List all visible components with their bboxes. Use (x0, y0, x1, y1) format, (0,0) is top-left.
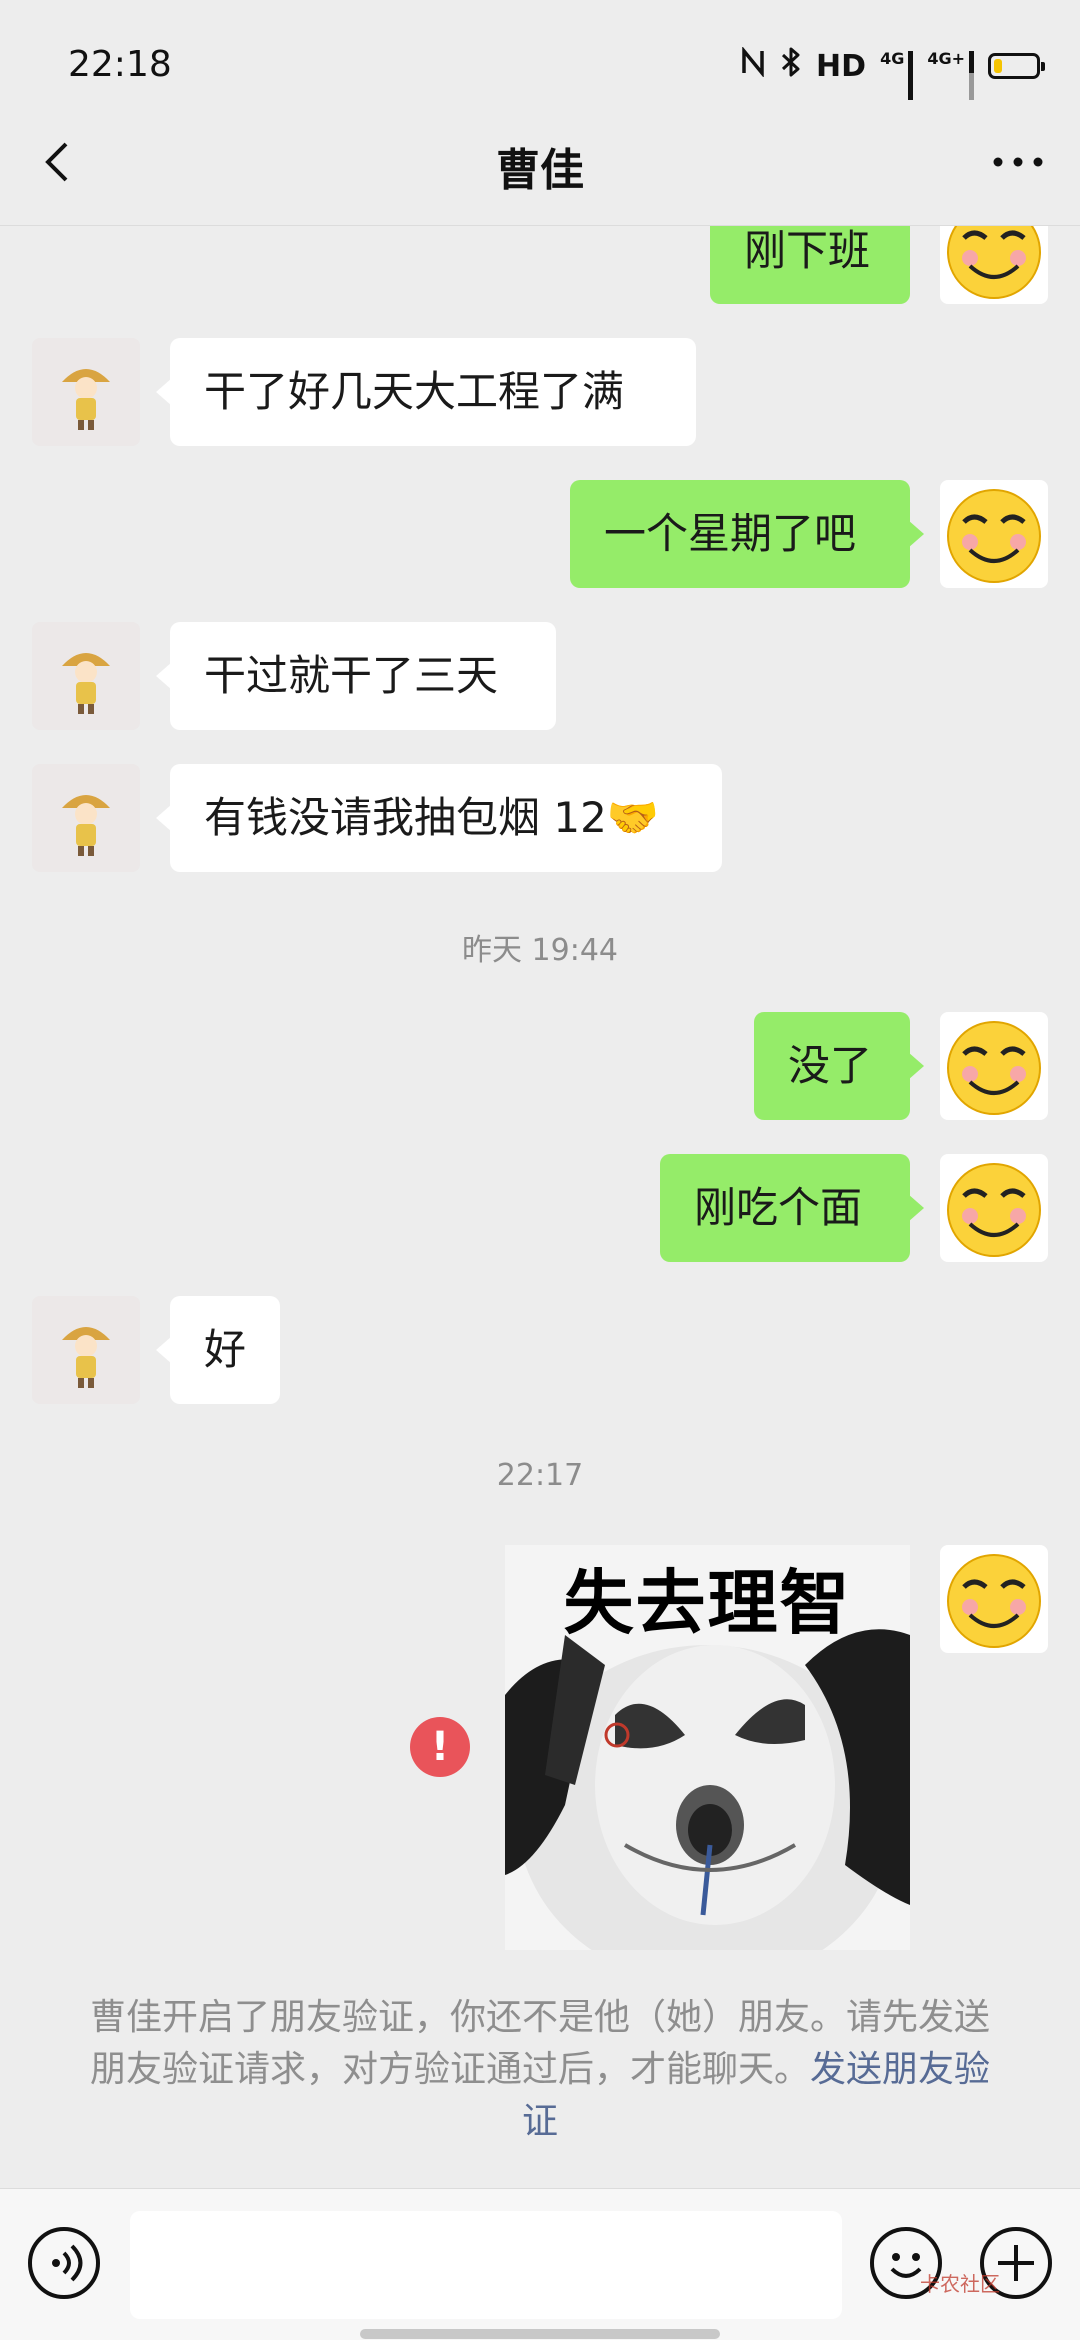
hd-icon: HD (816, 48, 867, 84)
avatar[interactable] (32, 764, 140, 872)
chat-title: 曹佳 (496, 145, 584, 196)
watermark: 卡农社区 (920, 2272, 1000, 2296)
4g-signal-icon: 4G+ (927, 51, 974, 122)
chat-header: 曹佳 (0, 100, 1080, 226)
avatar[interactable] (940, 1154, 1048, 1262)
message-bubble[interactable]: 干了好几天大工程了满 (156, 338, 696, 446)
avatar[interactable] (32, 1296, 140, 1404)
battery-icon (988, 53, 1045, 79)
sticker-image[interactable]: 失去理智 (505, 1545, 910, 1950)
avatar[interactable] (940, 480, 1048, 588)
message-bubble[interactable]: 好 (156, 1296, 280, 1404)
send-failed-icon[interactable]: ! (410, 1717, 470, 1777)
input-bar (0, 2188, 1080, 2340)
message-bubble[interactable]: 刚吃个面 (660, 1154, 924, 1262)
more-dots-icon[interactable] (986, 130, 1050, 194)
message-bubble[interactable]: 一个星期了吧 (570, 480, 924, 588)
timestamp: 昨天 19:44 (462, 933, 618, 968)
message-input[interactable] (130, 2211, 842, 2319)
avatar[interactable] (32, 622, 140, 730)
home-indicator[interactable] (360, 2329, 720, 2339)
nfc-icon (740, 46, 766, 85)
message-bubble[interactable]: 没了 (754, 1012, 924, 1120)
timestamp: 22:17 (496, 1458, 584, 1493)
message-bubble[interactable]: 干过就干了三天 (156, 622, 556, 730)
avatar[interactable] (940, 1545, 1048, 1653)
friend-verification-notice: 曹佳开启了朋友验证，你还不是他（她）朋友。请先发送朋友验证请求，对方验证通过后，… (80, 1992, 1000, 2148)
sticker-caption: 失去理智 (563, 1562, 852, 1644)
status-time: 22:18 (68, 44, 172, 85)
avatar[interactable] (940, 1012, 1048, 1120)
4g-signal-icon: 4G (880, 51, 914, 122)
bluetooth-icon (780, 46, 802, 86)
avatar[interactable] (32, 338, 140, 446)
message-bubble[interactable]: 有钱没请我抽包烟 12🤝 (156, 764, 722, 872)
voice-icon[interactable] (28, 2227, 100, 2299)
status-icons: HD 4G 4G+ (740, 44, 1045, 122)
